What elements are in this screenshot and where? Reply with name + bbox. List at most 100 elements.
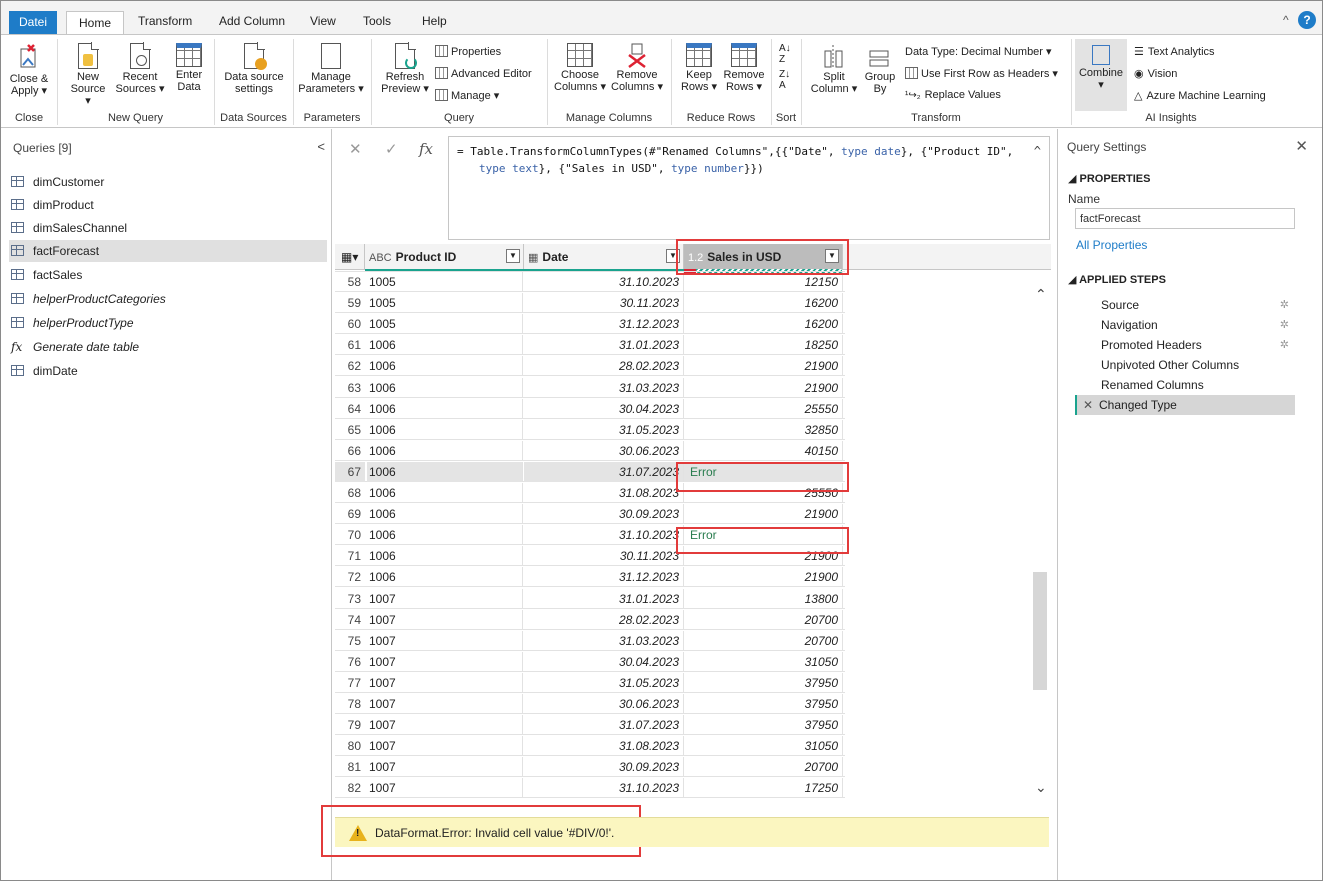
cell-date[interactable]: 30.04.2023 bbox=[524, 398, 684, 419]
cell-sales-in-usd[interactable]: 20700 bbox=[684, 757, 843, 778]
group-by-button[interactable]: Group By bbox=[861, 43, 899, 95]
cell-date[interactable]: 30.06.2023 bbox=[524, 694, 684, 714]
cell-date[interactable]: 31.03.2023 bbox=[524, 630, 684, 651]
cell-date[interactable]: 31.03.2023 bbox=[524, 377, 684, 398]
table-row[interactable]: 64 1006 30.04.2023 25550 bbox=[335, 398, 845, 419]
sort-ascending-button[interactable]: A↓ Z bbox=[779, 43, 791, 65]
table-row[interactable]: 66 1006 30.06.2023 40150 bbox=[335, 440, 845, 461]
cell-product-id[interactable]: 1006 bbox=[367, 504, 523, 525]
cell-sales-in-usd[interactable]: 40150 bbox=[684, 440, 843, 461]
tab-tools[interactable]: Tools bbox=[361, 9, 393, 34]
cell-date[interactable]: 30.11.2023 bbox=[524, 546, 684, 567]
cell-sales-in-usd[interactable]: 13800 bbox=[684, 588, 843, 609]
query-item-helperproductcategories[interactable]: helperProductCategories bbox=[11, 288, 329, 310]
fx-icon[interactable]: fx bbox=[419, 140, 433, 158]
cell-date[interactable]: 31.01.2023 bbox=[524, 335, 684, 356]
use-first-row-headers-button[interactable]: Use First Row as Headers ▾ bbox=[905, 67, 1058, 80]
azure-ml-button[interactable]: △ Azure Machine Learning bbox=[1134, 89, 1266, 102]
scroll-up-icon[interactable]: ⌃ bbox=[1035, 286, 1047, 303]
data-type-dropdown[interactable]: Data Type: Decimal Number ▾ bbox=[905, 45, 1052, 58]
gear-icon[interactable]: ✲ bbox=[1280, 335, 1289, 355]
query-name-input[interactable] bbox=[1075, 208, 1295, 229]
cell-sales-in-usd[interactable]: 21900 bbox=[684, 356, 843, 377]
table-row[interactable]: 72 1006 31.12.2023 21900 bbox=[335, 567, 845, 588]
cell-date[interactable]: 31.05.2023 bbox=[524, 672, 684, 693]
cell-sales-in-usd[interactable]: 16200 bbox=[684, 293, 843, 314]
table-row[interactable]: 76 1007 30.04.2023 31050 bbox=[335, 651, 845, 672]
cell-date[interactable]: 31.05.2023 bbox=[524, 419, 684, 440]
cell-product-id[interactable]: 1005 bbox=[367, 314, 523, 335]
table-row[interactable]: 75 1007 31.03.2023 20700 bbox=[335, 630, 845, 651]
tab-help[interactable]: Help bbox=[420, 9, 449, 34]
combine-button[interactable]: Combine ▾ bbox=[1075, 39, 1127, 111]
cell-product-id[interactable]: 1007 bbox=[367, 736, 523, 757]
cell-sales-in-usd[interactable]: 37950 bbox=[684, 694, 843, 714]
cell-product-id[interactable]: 1007 bbox=[367, 672, 523, 693]
table-row[interactable]: 82 1007 31.10.2023 17250 bbox=[335, 778, 845, 799]
advanced-editor-button[interactable]: Advanced Editor bbox=[435, 67, 532, 80]
refresh-preview-button[interactable]: Refresh Preview ▾ bbox=[379, 42, 431, 95]
cell-sales-in-usd[interactable]: 32850 bbox=[684, 419, 843, 440]
cell-sales-in-usd[interactable]: 25550 bbox=[684, 398, 843, 419]
step-promoted-headers[interactable]: Promoted Headers ✲ bbox=[1075, 335, 1295, 355]
cell-date[interactable]: 31.07.2023 bbox=[524, 461, 684, 482]
tab-datei[interactable]: Datei bbox=[9, 11, 58, 34]
cell-date[interactable]: 31.10.2023 bbox=[524, 525, 684, 546]
cell-date[interactable]: 30.09.2023 bbox=[524, 504, 684, 525]
table-row[interactable]: 63 1006 31.03.2023 21900 bbox=[335, 377, 845, 398]
cell-sales-in-usd[interactable]: 31050 bbox=[684, 651, 843, 672]
cell-product-id[interactable]: 1007 bbox=[367, 651, 523, 672]
tab-add-column[interactable]: Add Column bbox=[217, 9, 287, 34]
cell-date[interactable]: 31.08.2023 bbox=[524, 736, 684, 757]
cell-product-id[interactable]: 1006 bbox=[367, 419, 523, 440]
cell-product-id[interactable]: 1006 bbox=[367, 525, 523, 546]
applied-steps-section[interactable]: ◢ APPLIED STEPS bbox=[1068, 273, 1166, 286]
table-row[interactable]: 60 1005 31.12.2023 16200 bbox=[335, 314, 845, 335]
properties-section[interactable]: ◢ PROPERTIES bbox=[1068, 172, 1150, 185]
cell-product-id[interactable]: 1006 bbox=[367, 440, 523, 461]
table-row[interactable]: 58 1005 31.10.2023 12150 bbox=[335, 272, 845, 292]
cell-sales-in-usd[interactable]: 21900 bbox=[684, 567, 843, 588]
cell-product-id[interactable]: 1006 bbox=[367, 461, 523, 482]
cell-sales-in-usd[interactable]: 37950 bbox=[684, 715, 843, 736]
query-item-dimsaleschannel[interactable]: dimSalesChannel bbox=[11, 217, 329, 239]
step-unpivoted-other-columns[interactable]: Unpivoted Other Columns bbox=[1075, 355, 1295, 375]
confirm-formula-icon[interactable]: ✓ bbox=[385, 140, 398, 158]
cell-product-id[interactable]: 1006 bbox=[367, 377, 523, 398]
table-row[interactable]: 73 1007 31.01.2023 13800 bbox=[335, 588, 845, 609]
step-navigation[interactable]: Navigation ✲ bbox=[1075, 315, 1295, 335]
cell-product-id[interactable]: 1005 bbox=[367, 272, 523, 292]
text-analytics-button[interactable]: ☰ Text Analytics bbox=[1134, 45, 1215, 58]
new-source-button[interactable]: New Source ▾ bbox=[67, 42, 109, 107]
remove-rows-button[interactable]: Remove Rows ▾ bbox=[721, 43, 767, 93]
table-row[interactable]: 62 1006 28.02.2023 21900 bbox=[335, 356, 845, 377]
query-item-dimdate[interactable]: dimDate bbox=[11, 360, 329, 382]
tab-transform[interactable]: Transform bbox=[136, 9, 194, 34]
table-row[interactable]: 77 1007 31.05.2023 37950 bbox=[335, 672, 845, 693]
cell-date[interactable]: 31.10.2023 bbox=[524, 778, 684, 799]
table-row[interactable]: 79 1007 31.07.2023 37950 bbox=[335, 715, 845, 736]
step-changed-type[interactable]: ✕ Changed Type bbox=[1075, 395, 1295, 415]
scroll-down-icon[interactable]: ⌄ bbox=[1035, 779, 1047, 796]
table-row[interactable]: 78 1007 30.06.2023 37950 bbox=[335, 694, 845, 714]
split-column-button[interactable]: Split Column ▾ bbox=[807, 43, 861, 95]
close-settings-icon[interactable]: ✕ bbox=[1295, 137, 1308, 155]
cell-date[interactable]: 28.02.2023 bbox=[524, 609, 684, 630]
delete-step-icon[interactable]: ✕ bbox=[1083, 395, 1093, 415]
help-icon[interactable]: ? bbox=[1298, 11, 1316, 29]
gear-icon[interactable]: ✲ bbox=[1280, 315, 1289, 335]
cell-product-id[interactable]: 1007 bbox=[367, 694, 523, 714]
remove-columns-button[interactable]: Remove Columns ▾ bbox=[609, 43, 665, 93]
cell-product-id[interactable]: 1006 bbox=[367, 567, 523, 588]
cell-product-id[interactable]: 1007 bbox=[367, 630, 523, 651]
vertical-scrollbar-thumb[interactable] bbox=[1033, 572, 1047, 690]
query-item-helperproducttype[interactable]: helperProductType bbox=[11, 312, 329, 334]
cancel-formula-icon[interactable]: ✕ bbox=[349, 140, 362, 158]
cell-sales-in-usd[interactable]: 37950 bbox=[684, 672, 843, 693]
close-apply-button[interactable]: Close & Apply ▾ bbox=[7, 43, 51, 97]
cell-sales-in-usd[interactable]: 18250 bbox=[684, 335, 843, 356]
cell-date[interactable]: 31.10.2023 bbox=[524, 272, 684, 292]
cell-sales-in-usd[interactable]: 17250 bbox=[684, 778, 843, 799]
table-row[interactable]: 59 1005 30.11.2023 16200 bbox=[335, 293, 845, 314]
table-row[interactable]: 81 1007 30.09.2023 20700 bbox=[335, 757, 845, 778]
